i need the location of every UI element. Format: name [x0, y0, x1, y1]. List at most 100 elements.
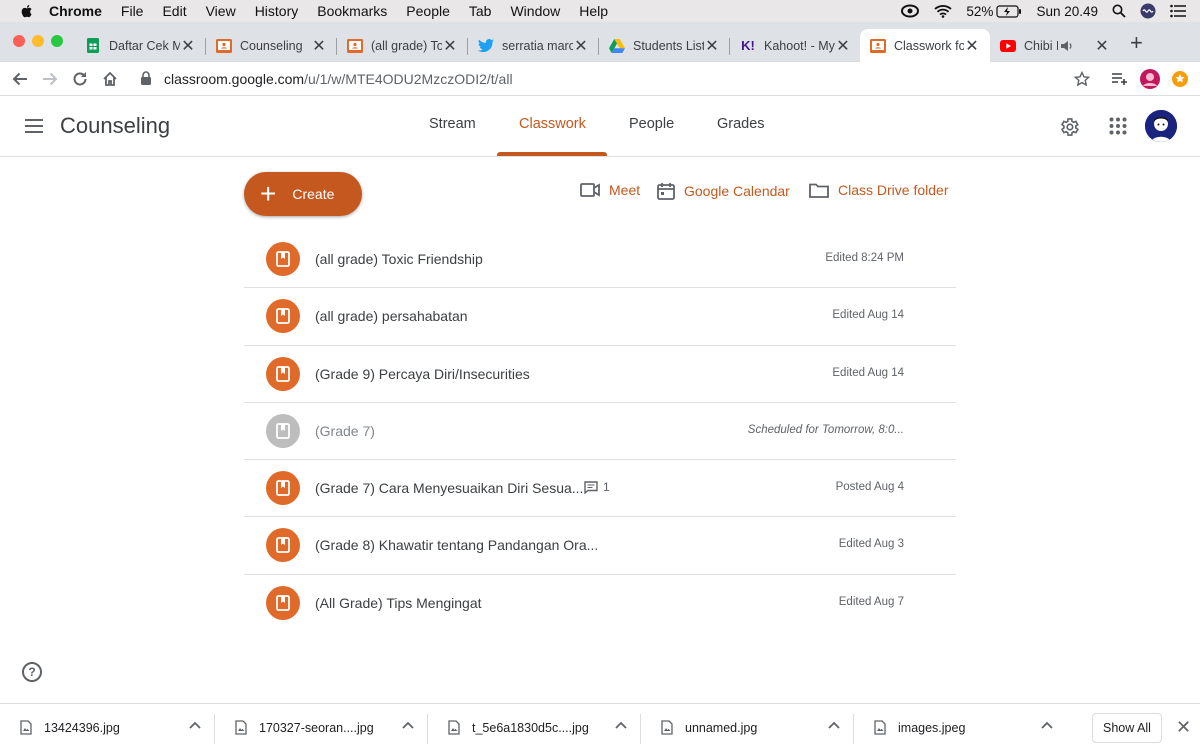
browser-tab-kahoot[interactable]: K! Kahoot! - My ✕: [730, 29, 861, 62]
download-item[interactable]: 170327-seoran....jpg: [215, 704, 428, 751]
menu-window[interactable]: Window: [510, 3, 560, 19]
menu-history[interactable]: History: [255, 3, 299, 19]
spotlight-search-icon[interactable]: [1112, 4, 1126, 18]
download-item[interactable]: t_5e6a1830d5c....jpg: [428, 704, 641, 751]
profile-avatar-icon[interactable]: [1140, 69, 1160, 89]
classwork-item[interactable]: (all grade) persahabatan Edited Aug 14: [244, 288, 956, 346]
tab-close-icon[interactable]: ✕: [442, 36, 458, 56]
menu-help[interactable]: Help: [579, 3, 608, 19]
menu-bookmarks[interactable]: Bookmarks: [317, 3, 387, 19]
image-file-icon: [661, 720, 673, 735]
menu-edit[interactable]: Edit: [162, 3, 186, 19]
chevron-up-icon[interactable]: [1041, 721, 1053, 729]
browser-tab-counseling[interactable]: Counseling ✕: [206, 29, 337, 62]
browser-tab-students-list[interactable]: Students List ✕: [599, 29, 730, 62]
meet-link[interactable]: Meet: [580, 182, 640, 198]
address-bar[interactable]: classroom.google.com/u/1/w/MTE4ODU2MzczO…: [130, 65, 1100, 93]
home-icon[interactable]: [100, 69, 120, 89]
tab-people[interactable]: People: [629, 116, 674, 132]
download-filename: t_5e6a1830d5c....jpg: [472, 720, 589, 735]
forward-arrow-icon[interactable]: [40, 69, 60, 89]
plus-icon: +: [260, 178, 277, 209]
tab-classwork[interactable]: Classwork: [519, 116, 586, 132]
close-download-shelf-icon[interactable]: ✕: [1176, 717, 1191, 738]
menu-people[interactable]: People: [406, 3, 450, 19]
tab-title: Kahoot! - My: [764, 38, 835, 53]
url-path: /u/1/w/MTE4ODU2MzczODI2/t/all: [304, 71, 513, 87]
menu-app-name[interactable]: Chrome: [49, 3, 102, 19]
audio-playing-icon[interactable]: [1060, 40, 1074, 52]
window-close-button[interactable]: [13, 35, 25, 47]
tab-title: Students List: [633, 38, 704, 53]
menu-file[interactable]: File: [121, 3, 144, 19]
material-icon: [266, 471, 300, 506]
classwork-item[interactable]: (Grade 8) Khawatir tentang Pandangan Ora…: [244, 517, 956, 575]
download-item[interactable]: 13424396.jpg: [0, 704, 215, 751]
chevron-up-icon[interactable]: [615, 721, 627, 729]
url-host: classroom.google.com: [164, 71, 305, 87]
bookmark-star-icon[interactable]: [1072, 69, 1092, 89]
siri-icon[interactable]: [1140, 3, 1156, 19]
tab-close-icon[interactable]: ✕: [573, 36, 589, 56]
google-calendar-link[interactable]: Google Calendar: [657, 182, 790, 200]
download-item[interactable]: images.jpeg: [854, 704, 1067, 751]
download-filename: unnamed.jpg: [685, 720, 758, 735]
calendar-icon: [657, 183, 675, 200]
battery-charging-icon[interactable]: [996, 4, 1022, 18]
wifi-icon[interactable]: [934, 4, 953, 18]
notification-center-icon[interactable]: [1170, 4, 1186, 18]
classwork-item[interactable]: (all grade) Toxic Friendship Edited 8:24…: [244, 231, 956, 289]
show-all-downloads-button[interactable]: Show All: [1092, 713, 1162, 743]
new-tab-button[interactable]: +: [1130, 32, 1143, 54]
browser-tab-classwork-active[interactable]: Classwork fo ✕: [860, 29, 990, 62]
browser-tab-daftar[interactable]: Daftar Cek M ✕: [75, 29, 206, 62]
macos-menu-bar: Chrome File Edit View History Bookmarks …: [0, 0, 1200, 22]
create-button[interactable]: + Create: [244, 172, 362, 216]
chevron-up-icon[interactable]: [189, 721, 201, 729]
account-avatar[interactable]: [1145, 110, 1177, 142]
extension-icon[interactable]: [1170, 69, 1190, 89]
google-apps-grid-icon[interactable]: [1109, 117, 1127, 140]
lock-icon[interactable]: [140, 71, 152, 91]
tab-close-icon[interactable]: ✕: [964, 36, 980, 56]
tab-stream[interactable]: Stream: [429, 116, 476, 132]
creative-cloud-icon[interactable]: [900, 4, 920, 18]
classroom-icon: [347, 38, 363, 54]
browser-tab-youtube[interactable]: Chibi Ma ✕: [990, 29, 1120, 62]
menu-tab[interactable]: Tab: [469, 3, 492, 19]
classwork-item[interactable]: (Grade 9) Percaya Diri/Insecurities Edit…: [244, 346, 956, 403]
class-drive-folder-link[interactable]: Class Drive folder: [809, 182, 948, 198]
window-minimize-button[interactable]: [32, 35, 44, 47]
help-icon[interactable]: ?: [22, 662, 42, 682]
download-item[interactable]: unnamed.jpg: [641, 704, 854, 751]
url-text[interactable]: classroom.google.com/u/1/w/MTE4ODU2MzczO…: [164, 71, 513, 87]
main-menu-icon[interactable]: [24, 118, 44, 139]
tab-close-icon[interactable]: ✕: [835, 36, 851, 56]
class-settings-gear-icon[interactable]: [1058, 116, 1080, 143]
tab-grades[interactable]: Grades: [717, 116, 765, 132]
tab-close-icon[interactable]: ✕: [180, 36, 196, 56]
class-name[interactable]: Counseling: [60, 113, 170, 139]
classwork-item-scheduled[interactable]: (Grade 7) Scheduled for Tomorrow, 8:0...: [244, 403, 956, 461]
youtube-icon: [1000, 38, 1016, 54]
apple-logo-icon[interactable]: [19, 3, 35, 19]
chevron-up-icon[interactable]: [828, 721, 840, 729]
classwork-item[interactable]: (All Grade) Tips Mengingat Edited Aug 7: [244, 575, 956, 632]
browser-tab-twitter[interactable]: serratia marc ✕: [468, 29, 599, 62]
reading-list-icon[interactable]: [1110, 69, 1130, 89]
material-icon: [266, 413, 300, 448]
classwork-list: (all grade) Toxic Friendship Edited 8:24…: [244, 231, 956, 632]
back-arrow-icon[interactable]: [10, 69, 30, 89]
tab-close-icon[interactable]: ✕: [1094, 36, 1110, 56]
reload-icon[interactable]: [70, 69, 90, 89]
chevron-up-icon[interactable]: [402, 721, 414, 729]
window-zoom-button[interactable]: [51, 35, 63, 47]
tab-close-icon[interactable]: ✕: [311, 36, 327, 56]
material-icon: [266, 528, 300, 563]
menu-clock[interactable]: Sun 20.49: [1036, 4, 1098, 19]
browser-tab-all-grade[interactable]: (all grade) To ✕: [337, 29, 468, 62]
menu-view[interactable]: View: [206, 3, 236, 19]
classwork-item[interactable]: (Grade 7) Cara Menyesuaikan Diri Sesua..…: [244, 460, 956, 518]
tab-close-icon[interactable]: ✕: [704, 36, 720, 56]
material-icon: [266, 242, 300, 276]
